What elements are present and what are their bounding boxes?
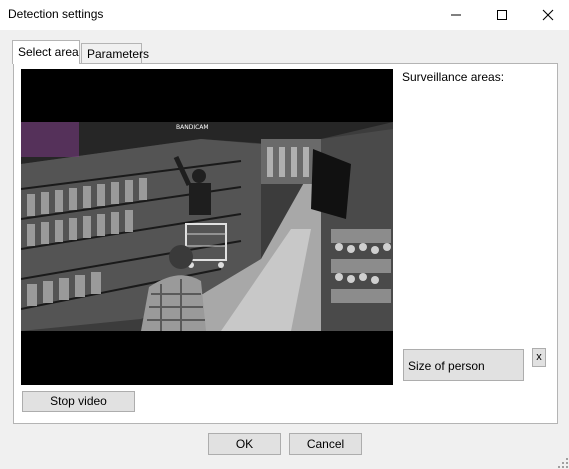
size-of-person-item[interactable]: Size of person — [403, 349, 524, 381]
tab-select-area[interactable]: Select area — [12, 40, 80, 64]
cancel-button[interactable]: Cancel — [289, 433, 362, 455]
maximize-button[interactable] — [479, 0, 525, 30]
stop-video-button[interactable]: Stop video — [22, 391, 135, 412]
minimize-button[interactable] — [433, 0, 479, 30]
dialog-client-area: Select area Parameters BANDICAM Surveill… — [0, 30, 569, 469]
close-icon — [542, 9, 554, 21]
surveillance-frame-image: BANDICAM — [21, 69, 393, 385]
maximize-icon — [497, 10, 507, 20]
window-title: Detection settings — [8, 7, 104, 21]
select-area-panel: BANDICAM Surveillance areas: Size of per… — [13, 63, 558, 424]
ok-button[interactable]: OK — [208, 433, 281, 455]
resize-grip-icon[interactable] — [557, 457, 569, 469]
title-bar[interactable]: Detection settings — [0, 0, 569, 30]
surveillance-areas-label: Surveillance areas: — [402, 70, 505, 84]
tab-parameters[interactable]: Parameters — [81, 43, 149, 64]
close-button[interactable] — [525, 0, 569, 30]
video-watermark: BANDICAM — [176, 124, 209, 131]
remove-area-button[interactable]: x — [532, 348, 546, 367]
video-preview[interactable]: BANDICAM — [21, 69, 393, 385]
minimize-icon — [451, 14, 461, 16]
